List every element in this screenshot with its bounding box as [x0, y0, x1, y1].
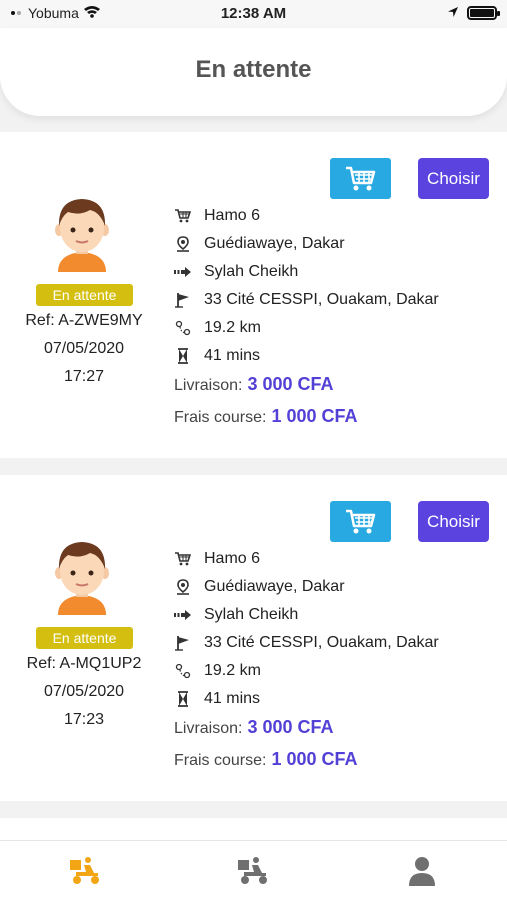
order-time: 17:23: [63, 711, 105, 728]
bottom-tab-bar: [0, 840, 507, 900]
location-arrow-icon: [447, 5, 459, 21]
order-details: Hamo 6 Guédiawaye, Dakar Sylah Cheikh 33…: [174, 202, 504, 436]
shop-row: Hamo 6: [174, 545, 504, 573]
avatar: [55, 542, 109, 615]
pickup-row: Guédiawaye, Dakar: [174, 230, 504, 258]
delivery-price: 3 000 CFA: [247, 374, 334, 394]
scooter-delivery-icon: [70, 857, 99, 884]
page-header: En attente: [0, 28, 507, 116]
delivery-price: 3 000 CFA: [247, 717, 334, 737]
delivery-price-row: Livraison: 3 000 CFA: [174, 717, 504, 747]
distance-row: 19.2 km: [174, 314, 504, 342]
fee-label: Frais course:: [174, 409, 267, 426]
shop-row: Hamo 6: [174, 202, 504, 230]
customer-row: Sylah Cheikh: [174, 601, 504, 629]
shopping-cart-icon: [174, 207, 192, 225]
route-icon: [174, 662, 192, 680]
order-date: 07/05/2020: [43, 683, 125, 700]
cart-button[interactable]: [330, 501, 391, 542]
pickup-row: Guédiawaye, Dakar: [174, 573, 504, 601]
customer-name: Sylah Cheikh: [204, 263, 299, 280]
hourglass-icon: [174, 347, 192, 365]
order-card: Choisir En attente Ref: A-ZWE9MY 07/05/2…: [0, 132, 507, 458]
duration-value: 41 mins: [204, 347, 261, 364]
destination-row: 33 Cité CESSPI, Ouakam, Dakar: [174, 629, 504, 657]
fee-price: 1 000 CFA: [271, 749, 358, 769]
order-card: Choisir En attente Ref: A-MQ1UP2 07/05/2…: [0, 475, 507, 801]
fee-label: Frais course:: [174, 752, 267, 769]
delivery-label: Livraison:: [174, 377, 243, 394]
cart-icon: [345, 509, 375, 533]
arrow-right-icon: [174, 263, 192, 281]
order-details: Hamo 6 Guédiawaye, Dakar Sylah Cheikh 33…: [174, 545, 504, 779]
route-icon: [174, 319, 192, 337]
shop-name: Hamo 6: [204, 550, 261, 567]
status-badge: En attente: [36, 284, 133, 306]
distance-value: 19.2 km: [204, 662, 261, 679]
shopping-cart-icon: [174, 550, 192, 568]
destination-address: 33 Cité CESSPI, Ouakam, Dakar: [204, 291, 439, 308]
order-ref: Ref: A-MQ1UP2: [26, 655, 142, 672]
map-pin-icon: [174, 578, 192, 596]
cart-icon: [345, 166, 375, 190]
map-pin-icon: [174, 235, 192, 253]
pickup-address: Guédiawaye, Dakar: [204, 578, 345, 595]
status-right: [447, 5, 500, 21]
status-bar: Yobuma 12:38 AM: [0, 0, 507, 28]
page-title: En attente: [195, 56, 312, 83]
flag-icon: [174, 291, 192, 309]
person-icon: [409, 857, 435, 886]
destination-row: 33 Cité CESSPI, Ouakam, Dakar: [174, 286, 504, 314]
avatar: [55, 199, 109, 272]
status-time: 12:38 AM: [220, 5, 287, 22]
customer-name: Sylah Cheikh: [204, 606, 299, 623]
fee-price: 1 000 CFA: [271, 406, 358, 426]
battery-icon: [467, 6, 500, 20]
distance-row: 19.2 km: [174, 657, 504, 685]
delivery-price-row: Livraison: 3 000 CFA: [174, 374, 504, 404]
shop-name: Hamo 6: [204, 207, 261, 224]
flag-icon: [174, 634, 192, 652]
order-date: 07/05/2020: [43, 340, 125, 357]
fee-row: Frais course: 1 000 CFA: [174, 406, 504, 436]
scooter-delivery-icon: [238, 857, 267, 884]
order-time: 17:27: [63, 368, 105, 385]
hourglass-icon: [174, 690, 192, 708]
arrow-right-icon: [174, 606, 192, 624]
tab-pending[interactable]: [67, 853, 103, 889]
tab-deliveries[interactable]: [235, 853, 271, 889]
duration-row: 41 mins: [174, 342, 504, 370]
destination-address: 33 Cité CESSPI, Ouakam, Dakar: [204, 634, 439, 651]
choose-button[interactable]: Choisir: [418, 501, 489, 542]
distance-value: 19.2 km: [204, 319, 261, 336]
duration-row: 41 mins: [174, 685, 504, 713]
delivery-label: Livraison:: [174, 720, 243, 737]
fee-row: Frais course: 1 000 CFA: [174, 749, 504, 779]
pickup-address: Guédiawaye, Dakar: [204, 235, 345, 252]
cart-button[interactable]: [330, 158, 391, 199]
order-ref: Ref: A-ZWE9MY: [25, 312, 143, 329]
status-badge: En attente: [36, 627, 133, 649]
choose-button[interactable]: Choisir: [418, 158, 489, 199]
duration-value: 41 mins: [204, 690, 261, 707]
customer-row: Sylah Cheikh: [174, 258, 504, 286]
tab-profile[interactable]: [404, 853, 440, 889]
